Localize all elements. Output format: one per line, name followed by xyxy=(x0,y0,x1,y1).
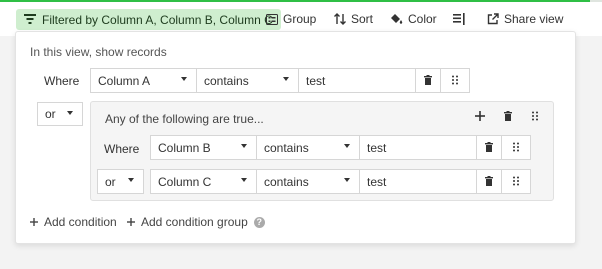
trash-icon xyxy=(424,74,432,88)
add-condition-group-label: Add condition group xyxy=(141,215,248,229)
color-button-label: Color xyxy=(408,12,437,26)
row-height-button[interactable] xyxy=(453,9,465,29)
group-button-label: Group xyxy=(283,12,317,26)
group-condition-drag-handle-2[interactable] xyxy=(501,169,531,194)
drag-dots-icon xyxy=(513,141,519,155)
condition-group: Any of the following are true... Where C… xyxy=(90,101,554,201)
group-where-label: Where xyxy=(104,142,140,156)
trash-icon xyxy=(504,110,512,124)
delete-condition-button[interactable] xyxy=(415,68,441,93)
value-input-text: test xyxy=(306,73,326,88)
add-condition-button[interactable]: Add condition xyxy=(30,215,117,229)
group-field-select[interactable]: Column B xyxy=(150,135,257,160)
sort-icon xyxy=(334,13,346,25)
conjunction-value: or xyxy=(45,107,56,121)
chevron-down-icon xyxy=(67,111,73,115)
group-field-value: Column B xyxy=(158,140,211,155)
plus-icon xyxy=(127,215,135,229)
share-view-label: Share view xyxy=(504,12,564,26)
group-delete-condition-button-2[interactable] xyxy=(476,169,502,194)
field-select-value: Column A xyxy=(98,73,151,88)
trash-icon xyxy=(485,175,493,189)
plus-icon xyxy=(475,110,485,124)
add-condition-label: Add condition xyxy=(44,215,117,229)
group-conjunction-select[interactable]: or xyxy=(97,169,144,194)
chevron-down-icon xyxy=(283,77,289,81)
drag-dots-icon xyxy=(532,110,538,124)
group-drag-handle[interactable] xyxy=(526,108,544,126)
color-button[interactable]: Color xyxy=(390,9,437,29)
group-operator-value-2: contains xyxy=(264,174,309,189)
group-conjunction-value: or xyxy=(105,174,116,189)
conjunction-select[interactable]: or xyxy=(37,102,83,126)
value-input[interactable]: test xyxy=(298,68,416,93)
group-value-input[interactable]: test xyxy=(359,135,477,160)
group-field-select-2[interactable]: Column C xyxy=(150,169,257,194)
drag-dots-icon xyxy=(452,74,458,88)
share-external-icon xyxy=(487,13,499,25)
group-operator-select[interactable]: contains xyxy=(256,135,360,160)
chevron-down-icon xyxy=(128,178,134,182)
filter-icon xyxy=(24,13,36,27)
operator-select[interactable]: contains xyxy=(196,68,299,93)
field-select[interactable]: Column A xyxy=(90,68,197,93)
plus-icon xyxy=(30,215,38,229)
trash-icon xyxy=(485,141,493,155)
group-title: Any of the following are true... xyxy=(105,112,264,126)
add-to-group-button[interactable] xyxy=(471,108,489,126)
group-delete-condition-button[interactable] xyxy=(476,135,502,160)
chevron-down-icon xyxy=(181,77,187,81)
group-icon xyxy=(266,13,278,25)
delete-group-button[interactable] xyxy=(499,108,517,126)
group-field-value-2: Column C xyxy=(158,174,212,189)
sort-button[interactable]: Sort xyxy=(334,9,373,29)
group-button[interactable]: Group xyxy=(266,9,316,29)
add-condition-group-button[interactable]: Add condition group ? xyxy=(127,215,265,229)
row-height-icon xyxy=(453,13,465,25)
group-value-text-2: test xyxy=(367,174,387,189)
group-value-input-2[interactable]: test xyxy=(359,169,477,194)
sort-button-label: Sort xyxy=(351,12,374,26)
paint-bucket-icon xyxy=(390,13,403,25)
group-operator-value: contains xyxy=(264,140,309,155)
filter-hint: In this view, show records xyxy=(30,45,167,59)
filter-button-label: Filtered by Column A, Column B, Column C xyxy=(42,12,273,27)
chevron-down-icon xyxy=(344,178,350,182)
drag-dots-icon xyxy=(513,175,519,189)
help-icon[interactable]: ? xyxy=(253,216,265,228)
chevron-down-icon xyxy=(241,178,247,182)
drag-handle[interactable] xyxy=(440,68,470,93)
filter-panel: In this view, show records Where Column … xyxy=(15,31,576,244)
group-value-text: test xyxy=(367,140,387,155)
where-label: Where xyxy=(44,74,80,88)
chevron-down-icon xyxy=(241,144,247,148)
share-view-button[interactable]: Share view xyxy=(487,9,563,29)
toolbar-top-border xyxy=(0,0,602,2)
filter-button[interactable]: Filtered by Column A, Column B, Column C xyxy=(16,9,281,30)
group-condition-drag-handle[interactable] xyxy=(501,135,531,160)
group-operator-select-2[interactable]: contains xyxy=(256,169,360,194)
operator-select-value: contains xyxy=(204,73,249,88)
chevron-down-icon xyxy=(344,144,350,148)
